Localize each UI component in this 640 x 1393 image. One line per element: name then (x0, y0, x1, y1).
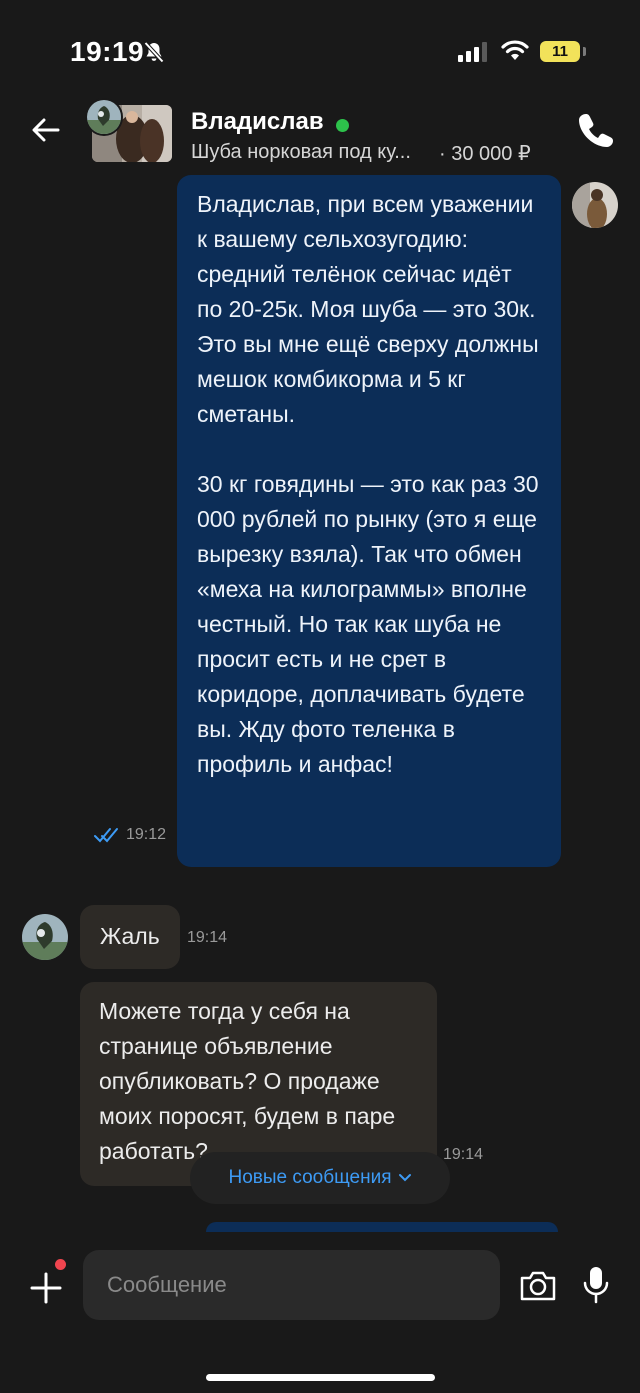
camera-icon (520, 1271, 556, 1301)
outgoing-message[interactable]: Владислав, при всем уважении к вашему се… (177, 175, 561, 867)
read-checkmarks-icon (94, 826, 120, 849)
message-time: 19:12 (126, 826, 167, 843)
home-indicator (206, 1374, 435, 1381)
signal-icon (458, 42, 490, 67)
message-time: 19:14 (443, 1146, 484, 1163)
message-time: 19:14 (187, 929, 228, 946)
back-button[interactable] (28, 112, 64, 148)
microphone-button[interactable] (580, 1264, 612, 1306)
plus-icon (30, 1272, 62, 1304)
listing-price: · 30 000 ₽ (439, 143, 531, 165)
notification-dot (55, 1259, 66, 1270)
battery-icon: 11 (540, 41, 580, 62)
incoming-message[interactable]: Жаль (80, 905, 180, 969)
chat-header: Владислав Шуба норковая под ку... · 30 0… (0, 96, 640, 172)
battery-tip (583, 47, 586, 56)
back-arrow-icon (32, 118, 60, 142)
microphone-icon (583, 1267, 609, 1304)
phone-icon (579, 114, 613, 147)
wifi-icon (500, 38, 530, 67)
status-bar: 19:19 11 (0, 0, 640, 100)
camera-button[interactable] (518, 1268, 558, 1304)
chevron-down-icon (398, 1174, 411, 1182)
online-indicator (336, 119, 349, 132)
message-text: Владислав, при всем уважении к вашему се… (197, 191, 539, 427)
contact-avatar[interactable] (85, 98, 123, 136)
message-text: 30 кг говядины — это как раз 30 000 рубл… (197, 471, 539, 777)
bell-slash-icon (142, 40, 166, 69)
message-input[interactable] (83, 1250, 500, 1320)
status-time: 19:19 (70, 36, 145, 67)
call-button[interactable] (576, 110, 616, 150)
listing-title[interactable]: Шуба норковая под ку... (191, 141, 431, 164)
new-messages-label: Новые сообщения (228, 1167, 392, 1188)
message-composer (0, 1232, 640, 1393)
contact-name[interactable]: Владислав (191, 108, 324, 136)
my-avatar[interactable] (572, 182, 618, 228)
new-messages-button[interactable]: Новые сообщения (190, 1152, 450, 1204)
contact-avatar[interactable] (22, 914, 68, 960)
attach-button[interactable] (26, 1268, 66, 1308)
